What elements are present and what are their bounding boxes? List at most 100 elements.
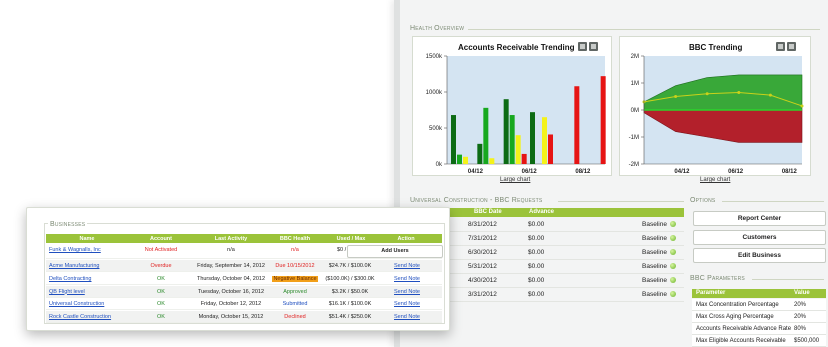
bar: [521, 153, 527, 164]
status-text: Baseline: [642, 221, 667, 228]
businesses-table-header: Name Account Last Activity BBC Health Us…: [46, 234, 442, 243]
status-dot-icon: [670, 249, 676, 255]
status-text: Baseline: [642, 235, 667, 242]
bbc-date: 7/31/2012: [468, 235, 497, 242]
bar: [548, 134, 553, 164]
bar: [509, 115, 515, 164]
health-overview-title: Health Overview: [410, 25, 465, 32]
bbc-health: Submitted: [282, 301, 308, 308]
status-dot-icon: [670, 277, 676, 283]
y-tick-label: 1000k: [426, 90, 443, 96]
col-advance: Advance: [529, 209, 555, 215]
table-row: Max Eligible Accounts Receivable $500,000: [692, 335, 826, 347]
section-divider: [558, 201, 684, 202]
table-row: Rock Castle Construction OK Monday, Octobe…: [46, 311, 442, 324]
col-used-max: Used / Max: [336, 235, 366, 242]
bbc-large-chart-link[interactable]: Large chart: [700, 177, 730, 183]
table-row[interactable]: 7/31/2012 $0.00 Baseline: [446, 231, 684, 246]
table-row: Max Concentration Percentage 20%: [692, 299, 826, 311]
business-name-link[interactable]: Delta Contracting: [49, 276, 92, 282]
params-title: BBC Parameters: [690, 275, 745, 282]
business-name-link[interactable]: Rock Castle Construction: [49, 314, 111, 320]
business-name-link[interactable]: Funk & Wagnalls, Inc: [49, 247, 101, 253]
table-row[interactable]: 8/31/2012 $0.00 Baseline: [446, 217, 684, 232]
business-name-link[interactable]: QB Flight level: [49, 289, 85, 295]
table-row[interactable]: 6/30/2012 $0.00 Baseline: [446, 245, 684, 260]
baseline-point: [737, 90, 741, 94]
requests-title: Universal Construction - BBC Requests: [410, 197, 543, 204]
last-activity: Friday, October 12, 2012: [200, 301, 262, 308]
edit-business-button[interactable]: Edit Business: [693, 248, 826, 263]
baseline-point: [674, 95, 678, 98]
param-value: 20%: [794, 314, 807, 320]
table-row: Delta Contracting OK Thursday, October 04,…: [46, 273, 442, 285]
advance-amount: $0.00: [528, 221, 545, 228]
y-tick-label: 1M: [631, 81, 639, 87]
status-dot-icon: [670, 291, 676, 297]
table-row[interactable]: 4/30/2012 $0.00 Baseline: [446, 273, 684, 288]
status-text: Baseline: [642, 277, 667, 284]
x-tick-label: 06/12: [728, 169, 744, 175]
account-status: OK: [157, 301, 165, 308]
table-row: Acme Manufacturing Overdue Friday, Septemb…: [46, 260, 442, 272]
table-row[interactable]: 3/31/2012 $0.00 Baseline: [446, 287, 684, 302]
x-tick-label: 08/12: [782, 169, 798, 175]
y-tick-label: -2M: [629, 162, 639, 168]
send-note-link[interactable]: Send Note: [394, 314, 420, 320]
section-divider: [468, 29, 820, 30]
status-text: Baseline: [642, 249, 667, 256]
businesses-panel: Businesses Name Account Last Activity BB…: [26, 207, 450, 331]
param-name: Max Concentration Percentage: [696, 302, 779, 308]
bbc-date: 8/31/2012: [468, 221, 497, 228]
y-tick-label: 1500k: [426, 54, 443, 60]
business-name-link[interactable]: Universal Construction: [49, 301, 104, 307]
status-text: Baseline: [642, 263, 667, 270]
table-row: Max Cross Aging Percentage 20%: [692, 311, 826, 323]
col-action: Action: [397, 235, 415, 242]
table-row: Funk & Wagnalls, Inc Not Activated n/a n/a $…: [46, 244, 443, 259]
bbc-date: 3/31/2012: [468, 291, 497, 298]
account-status: OK: [157, 314, 165, 321]
col-parameter: Parameter: [696, 290, 726, 296]
param-name: Max Eligible Accounts Receivable: [696, 338, 786, 344]
param-value: 20%: [794, 302, 807, 308]
table-row[interactable]: 5/31/2012 $0.00 Baseline: [446, 259, 684, 274]
account-status: Not Activated: [144, 247, 178, 253]
param-name: Max Cross Aging Percentage: [696, 314, 774, 320]
business-name-link[interactable]: Acme Manufacturing: [49, 263, 99, 269]
bar: [483, 107, 489, 164]
bar: [600, 76, 606, 164]
report-center-button[interactable]: Report Center: [693, 211, 826, 226]
add-users-button[interactable]: Add Users: [347, 245, 443, 258]
ar-large-chart-link[interactable]: Large chart: [500, 177, 530, 183]
requests-table-header: BBC Date Advance: [446, 208, 684, 217]
advance-amount: $0.00: [528, 235, 545, 242]
bar: [574, 86, 580, 164]
section-divider: [752, 279, 824, 280]
bar: [463, 156, 468, 164]
send-note-link[interactable]: Send Note: [394, 289, 420, 295]
col-account: Account: [150, 235, 172, 242]
used-max: $24.7K / $100.0K: [328, 263, 372, 269]
y-tick-label: 0k: [436, 162, 443, 168]
advance-amount: $0.00: [528, 263, 545, 270]
status-text: Baseline: [642, 291, 667, 298]
y-tick-label: 2M: [631, 54, 639, 60]
customers-button[interactable]: Customers: [693, 230, 826, 245]
bbc-health: Due 10/15/2012: [275, 263, 315, 269]
status-dot-icon: [670, 221, 676, 227]
baseline-point: [768, 93, 772, 97]
send-note-link[interactable]: Send Note: [394, 276, 420, 282]
x-tick-label: 08/12: [575, 169, 591, 175]
table-row: QB Flight level OK Tuesday, October 16, 20…: [46, 285, 442, 298]
param-name: Accounts Receivable Advance Rate: [696, 326, 792, 332]
bbc-health: Declined: [284, 314, 306, 321]
account-status: Overdue: [150, 263, 172, 269]
x-tick-label: 06/12: [522, 169, 538, 175]
last-activity: Tuesday, October 16, 2012: [197, 288, 265, 295]
send-note-link[interactable]: Send Note: [394, 263, 420, 269]
send-note-link[interactable]: Send Note: [394, 301, 420, 307]
advance-amount: $0.00: [528, 277, 545, 284]
table-row: Universal Construction OK Friday, October …: [46, 298, 442, 311]
bar: [477, 143, 483, 164]
